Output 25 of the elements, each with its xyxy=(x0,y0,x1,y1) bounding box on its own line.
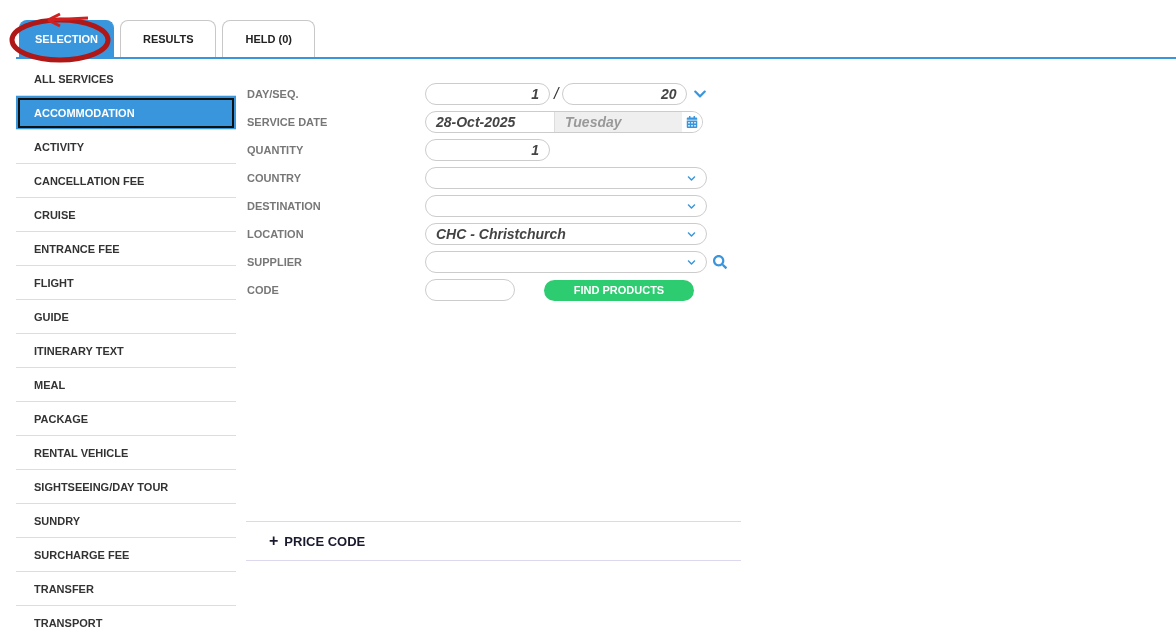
quantity-field[interactable]: 1 xyxy=(425,139,550,161)
chevron-down-icon xyxy=(687,173,696,183)
field-label: DAY/SEQ. xyxy=(246,88,300,100)
field-label: COUNTRY xyxy=(246,172,302,184)
select-field[interactable] xyxy=(425,167,707,189)
weekday-text: Tuesday xyxy=(555,112,682,132)
field-label: SERVICE DATE xyxy=(246,116,329,128)
field-label: SUPPLIER xyxy=(246,256,303,268)
tab[interactable]: HELD (0) xyxy=(222,20,315,57)
chevron-down-icon xyxy=(687,201,696,211)
field-label: QUANTITY xyxy=(246,144,305,156)
select-field[interactable]: CHC - Christchurch xyxy=(425,223,707,245)
price-code-toggle[interactable]: + PRICE CODE xyxy=(246,521,741,561)
sequence-field[interactable]: 20 xyxy=(562,83,688,105)
tab[interactable]: RESULTS xyxy=(119,20,217,57)
field-label: LOCATION xyxy=(246,228,305,240)
field-label: CODE xyxy=(246,284,280,296)
day-field[interactable]: 1 xyxy=(425,83,550,105)
field-label: DESTINATION xyxy=(246,200,322,212)
separator-text: / xyxy=(554,85,559,103)
chevron-down-icon xyxy=(687,257,696,267)
select-field[interactable] xyxy=(425,195,707,217)
chevron-down-icon xyxy=(687,229,696,239)
select-field[interactable] xyxy=(425,251,707,273)
code-field[interactable] xyxy=(425,279,515,301)
